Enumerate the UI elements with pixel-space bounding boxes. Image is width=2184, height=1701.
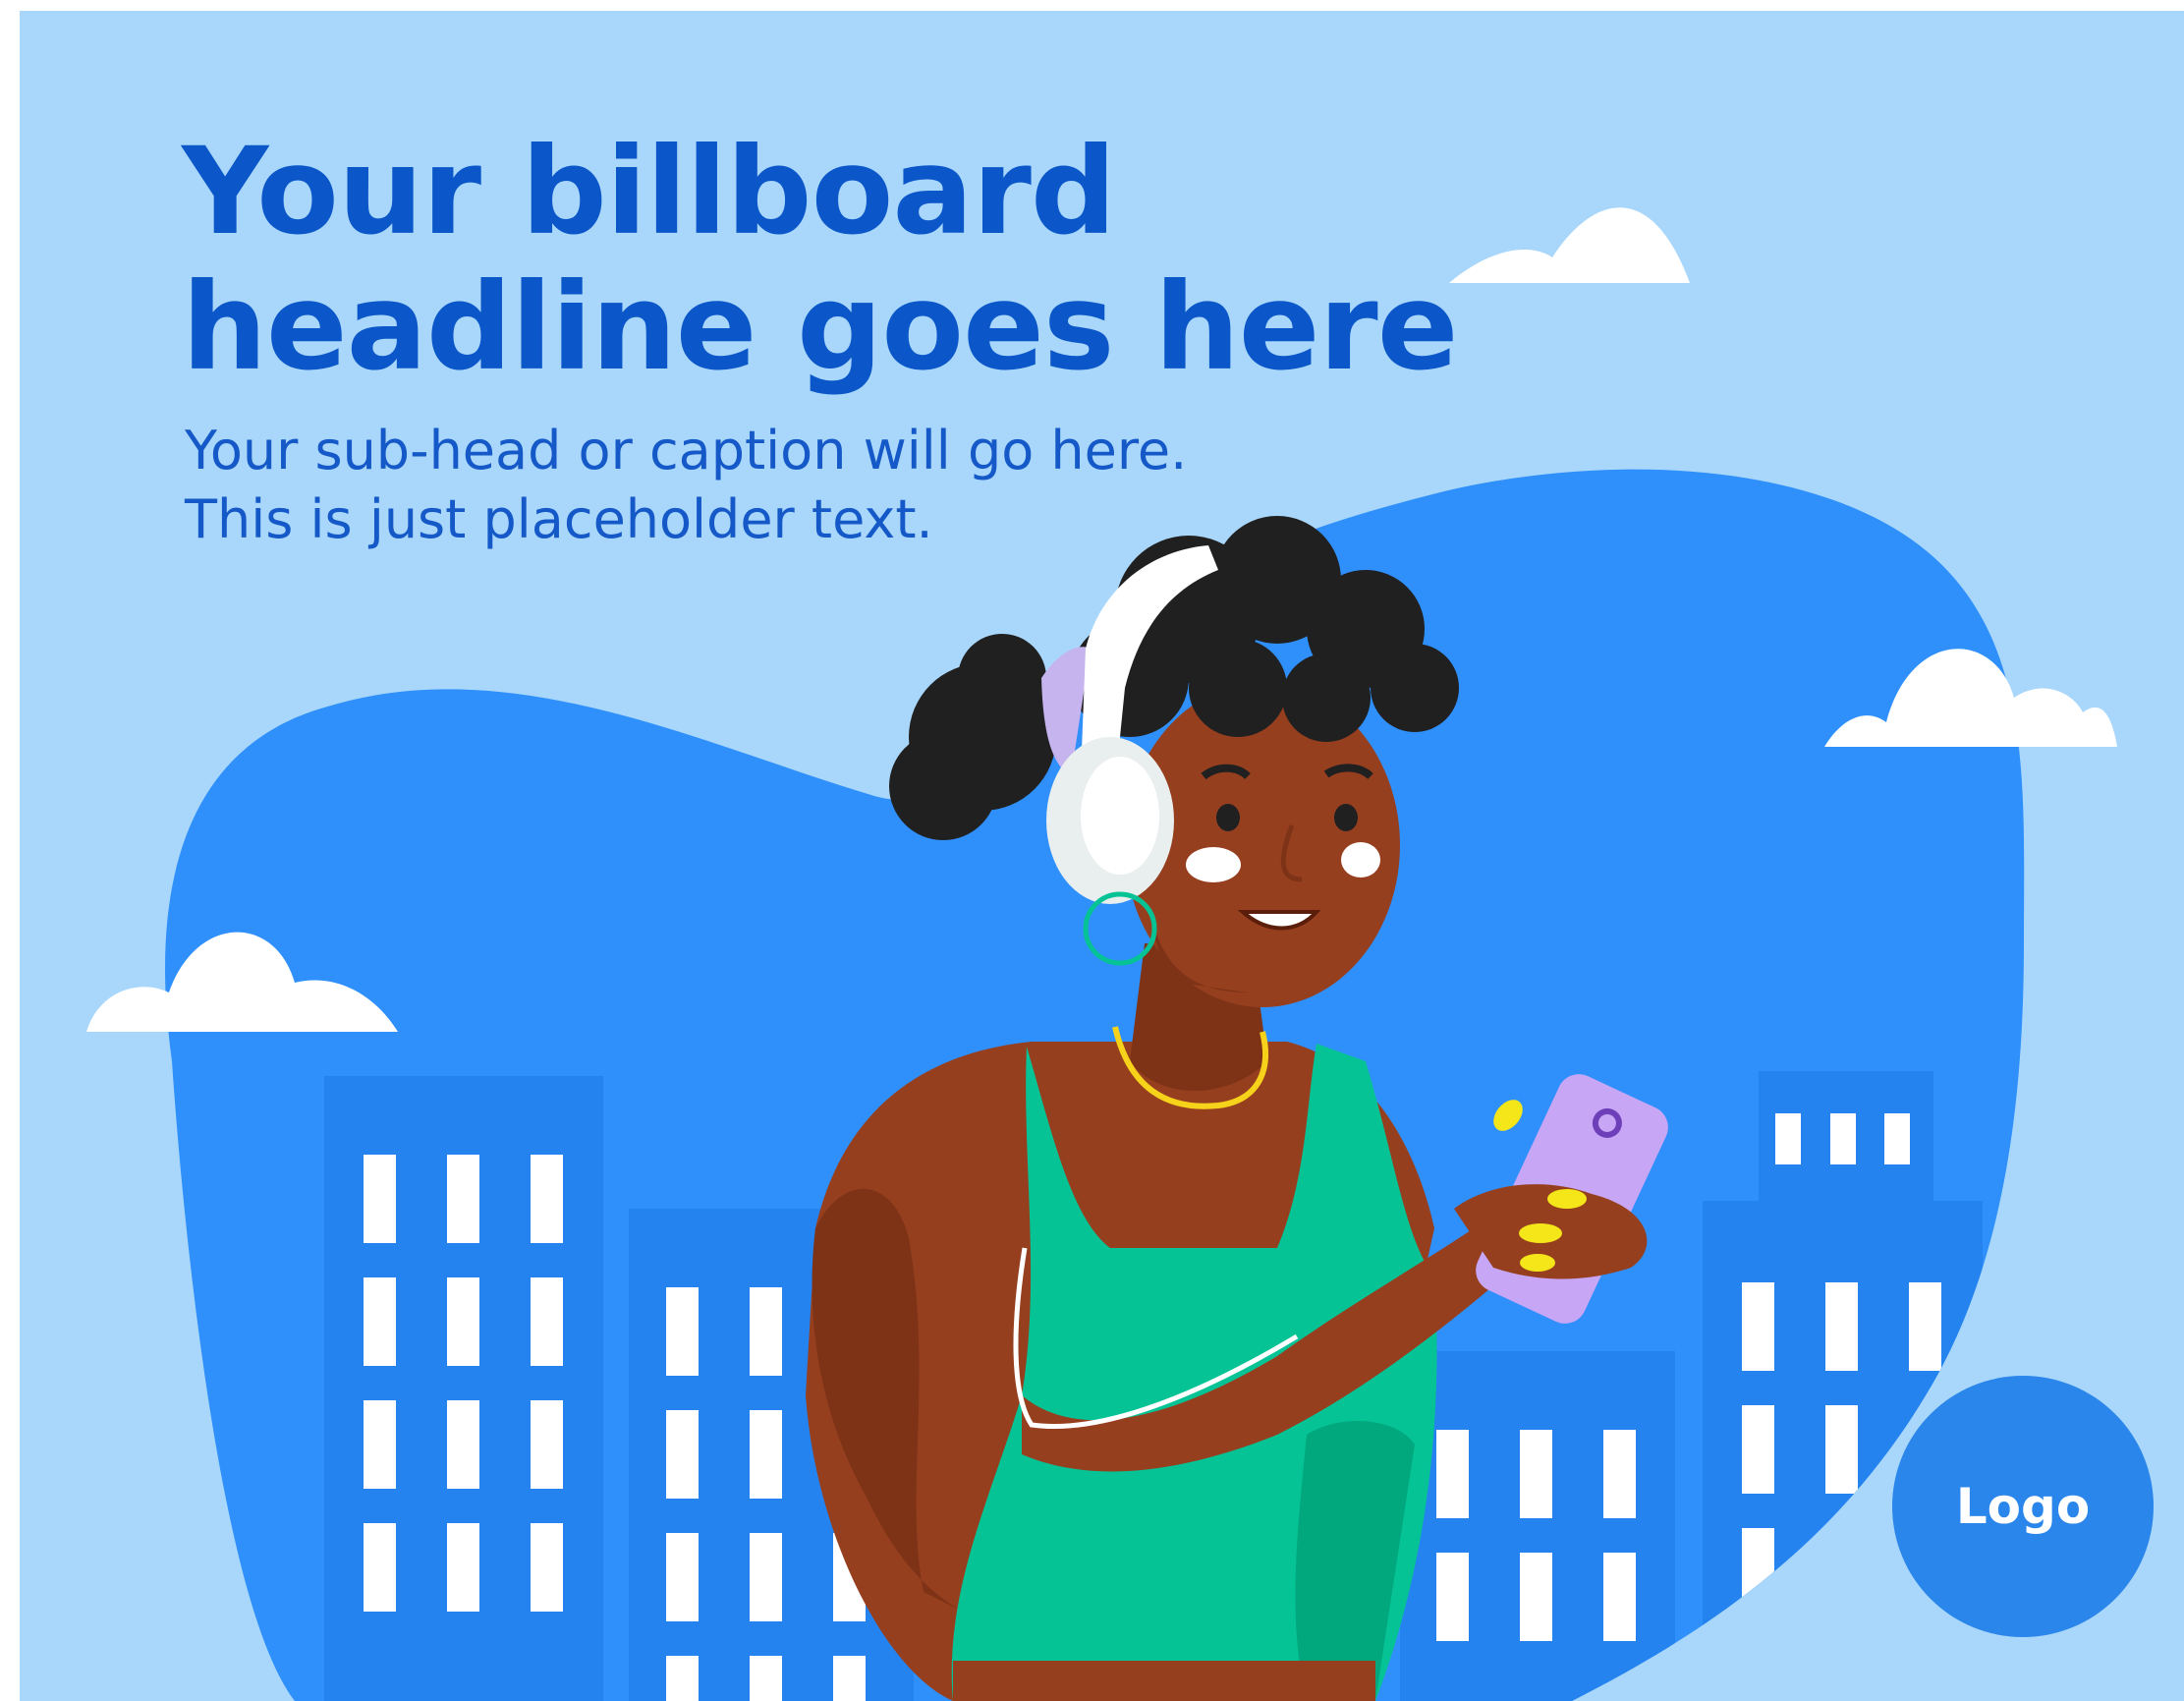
subhead: Your sub-head or caption will go here. T… <box>185 417 1187 554</box>
logo-label: Logo <box>1955 1478 2091 1535</box>
subhead-line-1: Your sub-head or caption will go here. <box>185 420 1188 482</box>
headline: Your billboard headline goes here <box>182 122 1458 397</box>
subhead-line-2: This is just placeholder text. <box>185 488 933 550</box>
headline-line-1: Your billboard <box>182 122 1116 261</box>
logo-badge[interactable]: Logo <box>1892 1376 2154 1637</box>
headline-line-2: headline goes here <box>182 257 1458 397</box>
